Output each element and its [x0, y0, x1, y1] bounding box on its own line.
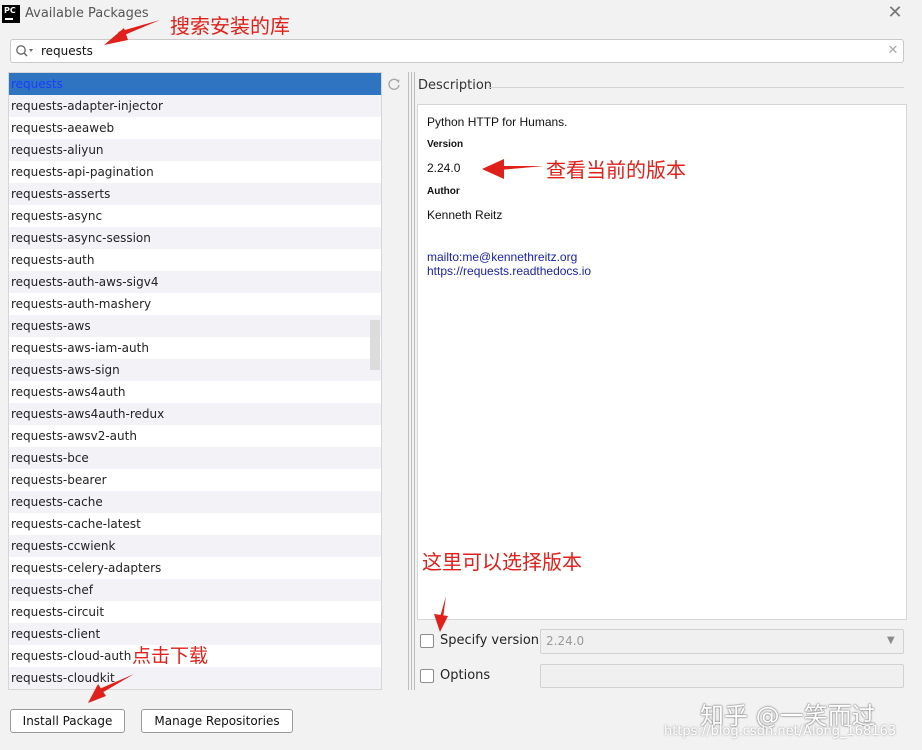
clear-search-icon[interactable]: ✕ — [885, 42, 901, 60]
package-summary: Python HTTP for Humans. — [427, 115, 568, 129]
package-list-item[interactable]: requests-aws — [9, 315, 381, 337]
options-input[interactable] — [540, 664, 904, 688]
package-name: requests-cache — [11, 495, 103, 509]
refresh-icon[interactable] — [387, 77, 401, 91]
package-list-item[interactable]: requests-aws4auth-redux — [9, 403, 381, 425]
package-list-item[interactable]: requests-awsv2-auth — [9, 425, 381, 447]
window-title: Available Packages — [25, 6, 149, 21]
version-value: 2.24.0 — [427, 161, 461, 175]
version-select[interactable]: 2.24.0 ▼ — [540, 629, 904, 654]
package-name: requests-aeaweb — [11, 121, 115, 135]
package-list-item[interactable]: requests-asserts — [9, 183, 381, 205]
package-name: requests-client — [11, 627, 101, 641]
package-list-item[interactable]: requests-adapter-injector — [9, 95, 381, 117]
search-input[interactable] — [41, 43, 861, 59]
annotation-version: 查看当前的版本 — [546, 158, 686, 182]
package-list-item[interactable]: requests-chef — [9, 579, 381, 601]
package-name: requests-api-pagination — [11, 165, 154, 179]
list-scrollbar-thumb[interactable] — [370, 320, 380, 370]
annotation-select-version: 这里可以选择版本 — [422, 550, 582, 574]
package-list-item[interactable]: requests — [9, 73, 381, 95]
search-box[interactable]: ✕ — [10, 39, 904, 63]
package-list[interactable]: requests requests-adapter-injector request… — [8, 72, 382, 690]
package-name: requests-ccwienk — [11, 539, 116, 553]
package-list-item[interactable]: requests-aws4auth — [9, 381, 381, 403]
package-name: requests-async — [11, 209, 103, 223]
package-list-item[interactable]: requests-cloudkit — [9, 667, 381, 689]
description-divider — [488, 87, 904, 88]
package-name: requests-cloud-auth — [11, 649, 132, 663]
package-name: requests — [11, 77, 63, 91]
package-name: requests-cache-latest — [11, 517, 141, 531]
package-list-item[interactable]: requests-async — [9, 205, 381, 227]
package-list-item[interactable]: requests-bce — [9, 447, 381, 469]
package-list-item[interactable]: requests-bearer — [9, 469, 381, 491]
install-package-button[interactable]: Install Package — [10, 709, 125, 733]
package-list-item[interactable]: requests-ccwienk — [9, 535, 381, 557]
package-list-item[interactable]: requests-auth-aws-sigv4 — [9, 271, 381, 293]
chevron-down-icon: ▼ — [887, 635, 895, 646]
manage-repositories-button[interactable]: Manage Repositories — [141, 709, 293, 733]
package-list-item[interactable]: requests-cache — [9, 491, 381, 513]
package-name: requests-chef — [11, 583, 94, 597]
package-name: requests-aws4auth — [11, 385, 126, 399]
pycharm-app-icon: PC — [2, 5, 20, 23]
search-icon[interactable] — [15, 43, 35, 59]
annotation-download: 点击下载 — [132, 645, 209, 667]
package-name: requests-auth-mashery — [11, 297, 152, 311]
author-value: Kenneth Reitz — [427, 208, 503, 222]
panel-splitter[interactable] — [408, 72, 415, 690]
watermark-url: https://blog.csdn.net/Along_168163 — [664, 724, 897, 739]
package-list-item[interactable]: requests-circuit — [9, 601, 381, 623]
specify-version-label[interactable]: Specify version — [440, 633, 539, 648]
options-checkbox[interactable] — [420, 669, 434, 683]
specify-version-checkbox[interactable] — [420, 634, 434, 648]
package-name: requests-asserts — [11, 187, 111, 201]
close-icon[interactable]: ✕ — [886, 4, 904, 22]
package-list-item[interactable]: requests-aws-sign — [9, 359, 381, 381]
docs-link[interactable]: https://requests.readthedocs.io — [427, 264, 591, 278]
package-name: requests-circuit — [11, 605, 105, 619]
package-list-item[interactable]: requests-aliyun — [9, 139, 381, 161]
package-name: requests-aliyun — [11, 143, 104, 157]
package-name: requests-aws — [11, 319, 91, 333]
package-name: requests-async-session — [11, 231, 151, 245]
package-name: requests-auth — [11, 253, 95, 267]
package-name: requests-cloudkit — [11, 671, 115, 685]
options-label[interactable]: Options — [440, 668, 490, 683]
package-name: requests-bce — [11, 451, 89, 465]
package-name: requests-aws-sign — [11, 363, 120, 377]
app-icon-text: PC — [4, 6, 16, 15]
package-list-item[interactable]: requests-aeaweb — [9, 117, 381, 139]
list-side-toolbar — [382, 72, 406, 690]
title-bar: PC Available Packages ✕ — [0, 0, 922, 32]
package-name: requests-celery-adapters — [11, 561, 162, 575]
version-label: Version — [427, 139, 464, 150]
version-select-value: 2.24.0 — [546, 634, 585, 648]
description-header: Description — [418, 78, 493, 93]
mailto-link[interactable]: mailto:me@kennethreitz.org — [427, 250, 577, 264]
package-name: requests-adapter-injector — [11, 99, 163, 113]
package-list-item[interactable]: requests-cache-latest — [9, 513, 381, 535]
package-list-item[interactable]: requests-auth-mashery — [9, 293, 381, 315]
package-name: requests-bearer — [11, 473, 107, 487]
package-list-item[interactable]: requests-async-session — [9, 227, 381, 249]
package-name: requests-auth-aws-sigv4 — [11, 275, 159, 289]
package-list-item[interactable]: requests-celery-adapters — [9, 557, 381, 579]
author-label: Author — [427, 186, 460, 197]
package-name: requests-aws-iam-auth — [11, 341, 149, 355]
annotation-search: 搜索安装的库 — [170, 14, 290, 38]
package-list-item[interactable]: requests-auth — [9, 249, 381, 271]
package-name: requests-aws4auth-redux — [11, 407, 165, 421]
package-list-item[interactable]: requests-api-pagination — [9, 161, 381, 183]
package-list-item[interactable]: requests-aws-iam-auth — [9, 337, 381, 359]
package-name: requests-awsv2-auth — [11, 429, 137, 443]
